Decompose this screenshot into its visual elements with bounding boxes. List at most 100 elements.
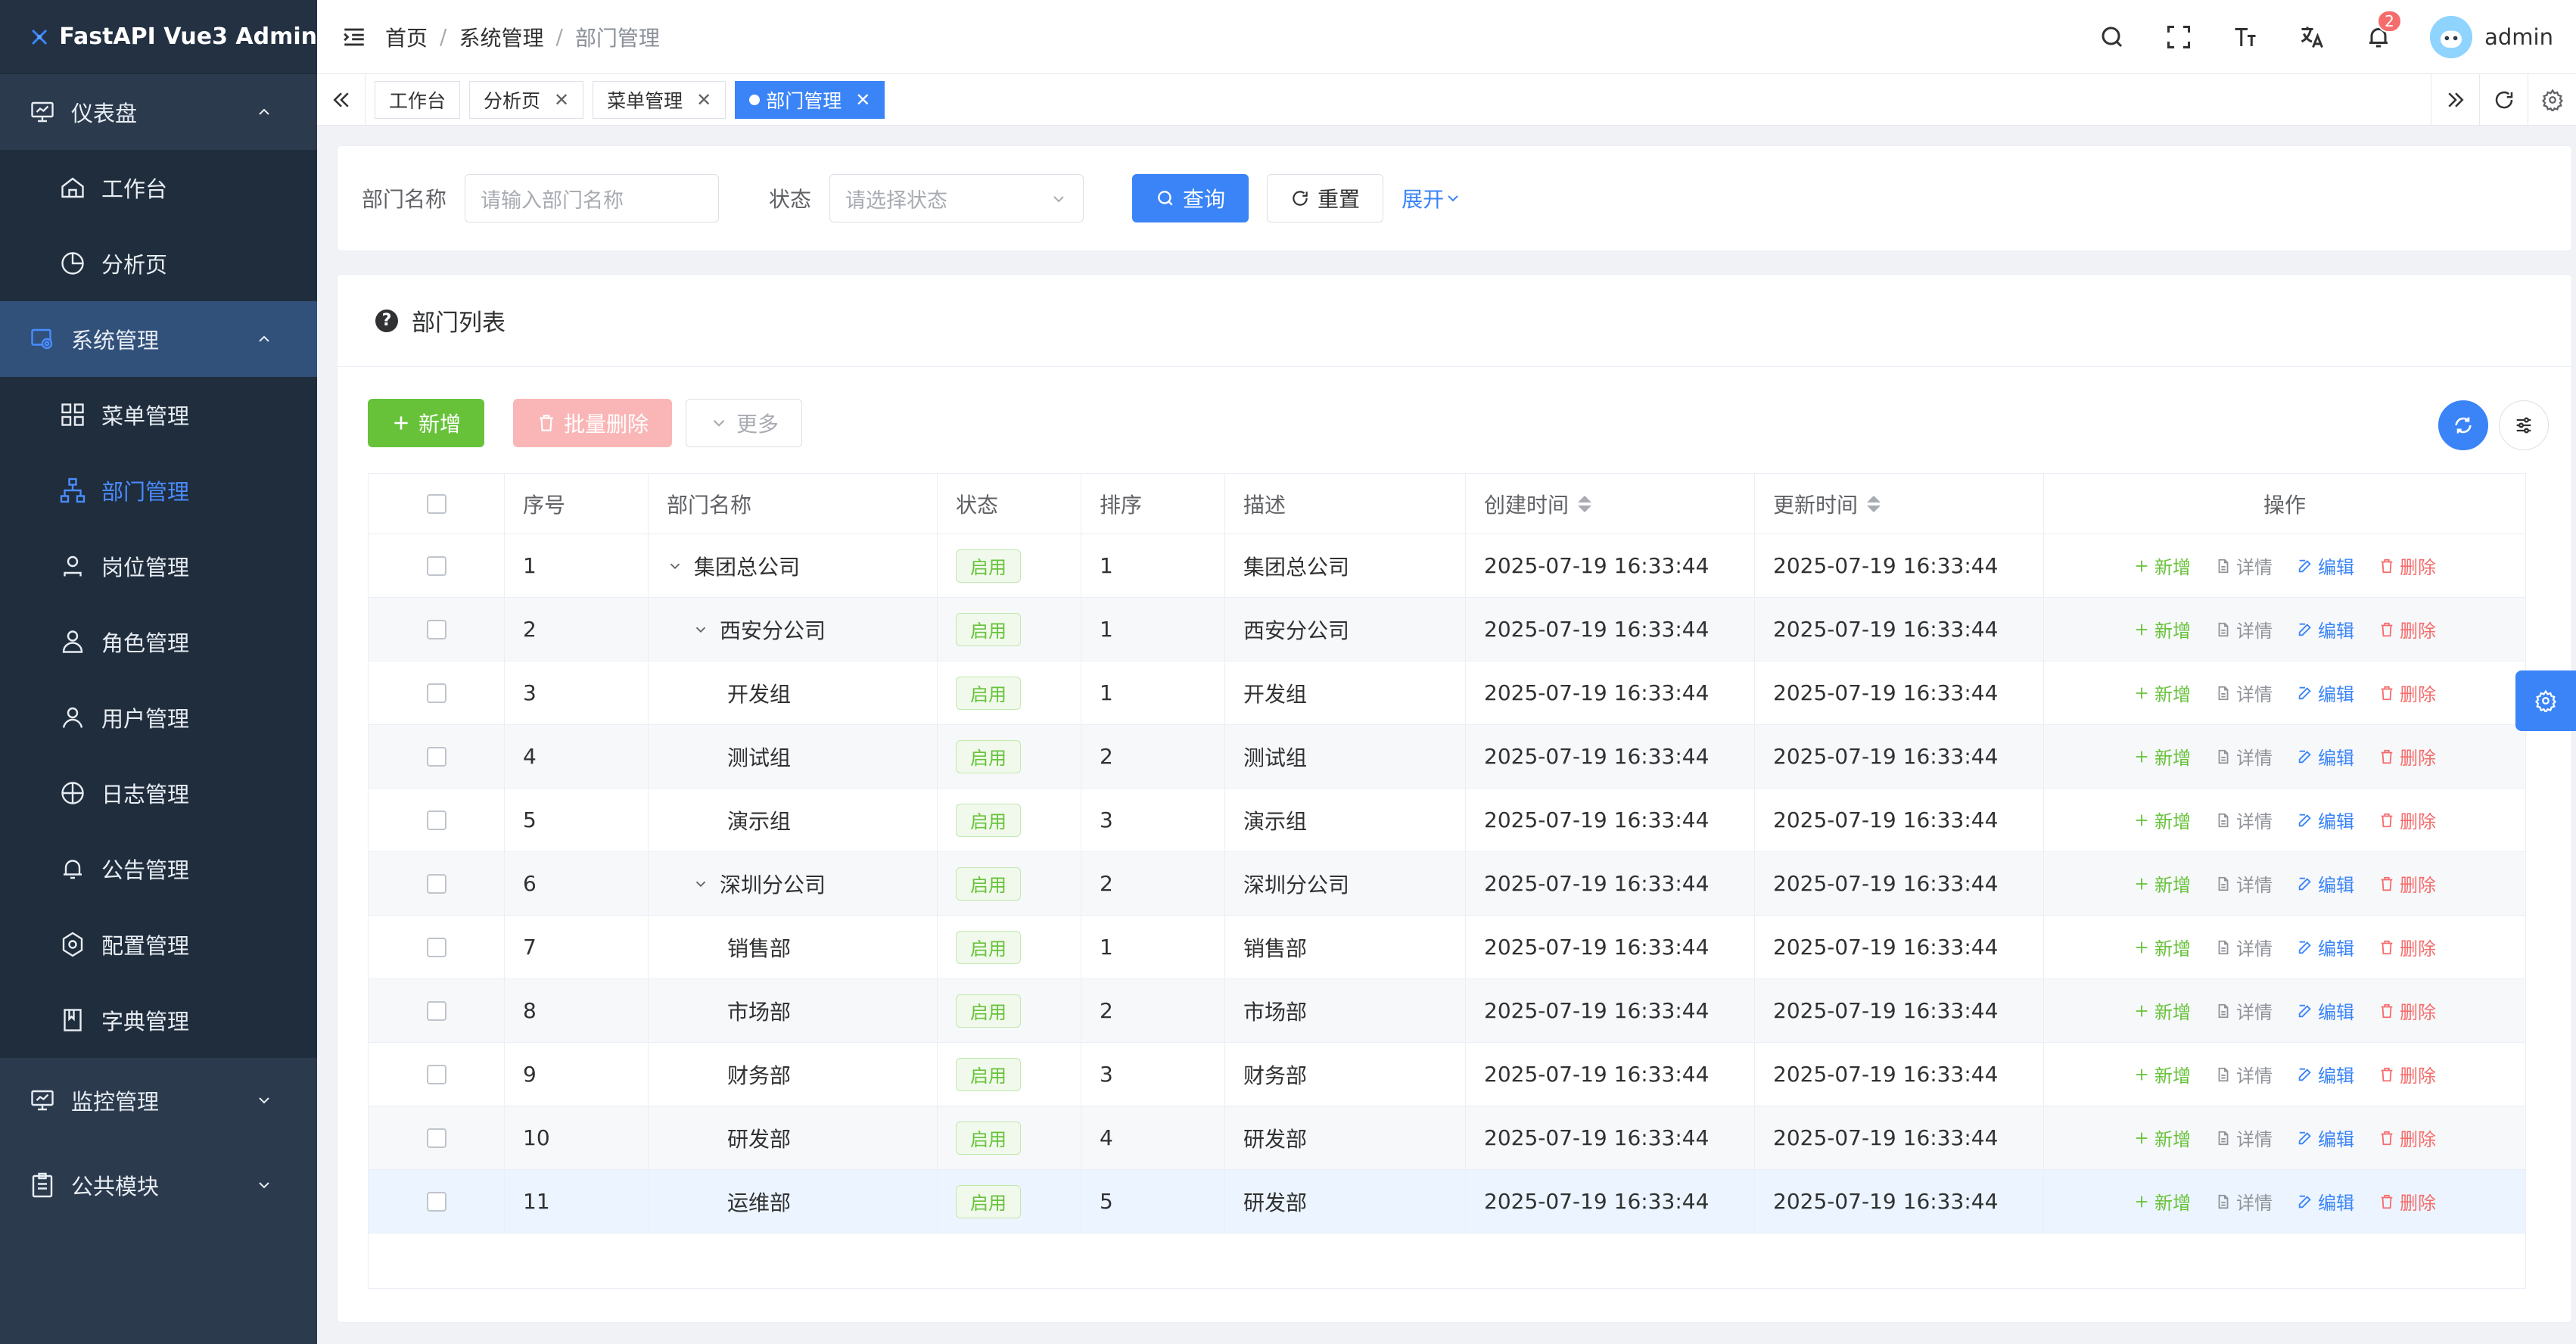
row-detail-button[interactable]: 详情 (2215, 807, 2273, 833)
batch-delete-button[interactable]: 批量删除 (513, 399, 673, 447)
row-checkbox[interactable] (426, 1191, 446, 1212)
sort-icon[interactable] (1867, 495, 1881, 512)
row-detail-button[interactable]: 详情 (2215, 743, 2273, 770)
settings-drawer-button[interactable] (2515, 670, 2576, 731)
reset-button[interactable]: 重置 (1267, 174, 1384, 222)
close-icon[interactable]: ✕ (554, 89, 569, 110)
close-icon[interactable]: ✕ (696, 89, 711, 110)
row-checkbox[interactable] (426, 683, 446, 703)
sort-icon[interactable] (1578, 495, 1592, 512)
row-delete-button[interactable]: 删除 (2378, 743, 2436, 770)
row-checkbox[interactable] (426, 619, 446, 639)
refresh-page-button[interactable] (2479, 74, 2528, 126)
row-detail-button[interactable]: 详情 (2215, 616, 2273, 642)
tree-node[interactable]: 财务部 (667, 1059, 791, 1090)
fullscreen-button[interactable] (2164, 22, 2194, 52)
row-delete-button[interactable]: 删除 (2378, 680, 2436, 706)
row-detail-button[interactable]: 详情 (2215, 934, 2273, 960)
tree-node[interactable]: 市场部 (667, 996, 791, 1026)
table-row[interactable]: 6 深圳分公司 启用 2 深圳分公司 2025-07-19 16:33:44 2025-07… (369, 852, 2525, 916)
row-edit-button[interactable]: 编辑 (2297, 997, 2354, 1024)
row-delete-button[interactable]: 删除 (2378, 997, 2436, 1024)
tree-node[interactable]: 演示组 (667, 805, 791, 835)
row-add-button[interactable]: 新增 (2133, 934, 2191, 960)
sidebar-item-analysis[interactable]: 分析页 (0, 226, 317, 301)
close-icon[interactable]: ✕ (855, 89, 870, 110)
table-row[interactable]: 10 研发部 启用 4 研发部 2025-07-19 16:33:44 2025-07-19… (369, 1106, 2525, 1170)
row-edit-button[interactable]: 编辑 (2297, 807, 2354, 833)
row-edit-button[interactable]: 编辑 (2297, 680, 2354, 706)
sidebar-group-dashboard[interactable]: 仪表盘 (0, 74, 317, 150)
table-row[interactable]: 4 测试组 启用 2 测试组 2025-07-19 16:33:44 2025-07-19 … (369, 725, 2525, 789)
row-edit-button[interactable]: 编辑 (2297, 934, 2354, 960)
tree-node[interactable]: 集团总公司 (667, 551, 800, 581)
tree-node[interactable]: 深圳分公司 (667, 869, 826, 899)
row-checkbox[interactable] (426, 746, 446, 767)
row-detail-button[interactable]: 详情 (2215, 997, 2273, 1024)
sidebar-item-workbench[interactable]: 工作台 (0, 150, 317, 226)
tags-settings-button[interactable] (2528, 74, 2576, 126)
table-row[interactable]: 7 销售部 启用 1 销售部 2025-07-19 16:33:44 2025-07-19 … (369, 916, 2525, 979)
sidebar-item-notice[interactable]: 公告管理 (0, 831, 317, 907)
sidebar-item-menu[interactable]: 菜单管理 (0, 377, 317, 453)
breadcrumb-home[interactable]: 首页 (385, 22, 428, 52)
breadcrumb-system[interactable]: 系统管理 (459, 22, 543, 52)
row-delete-button[interactable]: 删除 (2378, 552, 2436, 579)
font-size-button[interactable] (2230, 22, 2260, 52)
row-delete-button[interactable]: 删除 (2378, 807, 2436, 833)
header-cell-created[interactable]: 创建时间 (1466, 474, 1755, 534)
help-icon[interactable]: ? (375, 309, 398, 332)
row-checkbox[interactable] (426, 555, 446, 576)
table-row[interactable]: 1 集团总公司 启用 1 集团总公司 2025-07-19 16:33:44 2025-07… (369, 534, 2525, 598)
row-delete-button[interactable]: 删除 (2378, 1061, 2436, 1087)
tree-node[interactable]: 西安分公司 (667, 614, 826, 645)
sidebar-item-department[interactable]: 部门管理 (0, 453, 317, 528)
tag-department[interactable]: 部门管理 ✕ (735, 80, 885, 119)
tag-menu[interactable]: 菜单管理 ✕ (593, 80, 726, 119)
dept-name-input[interactable]: 请输入部门名称 (465, 174, 720, 222)
row-detail-button[interactable]: 详情 (2215, 1188, 2273, 1215)
tags-scroll-right[interactable] (2431, 74, 2479, 126)
row-detail-button[interactable]: 详情 (2215, 680, 2273, 706)
menu-fold-icon[interactable] (341, 24, 367, 50)
row-checkbox[interactable] (426, 1128, 446, 1148)
row-add-button[interactable]: 新增 (2133, 1188, 2191, 1215)
row-edit-button[interactable]: 编辑 (2297, 552, 2354, 579)
status-select[interactable]: 请选择状态 (829, 174, 1084, 222)
row-detail-button[interactable]: 详情 (2215, 552, 2273, 579)
tree-node[interactable]: 研发部 (667, 1123, 791, 1153)
tag-analysis[interactable]: 分析页 ✕ (469, 80, 584, 119)
row-edit-button[interactable]: 编辑 (2297, 616, 2354, 642)
search-button[interactable] (2097, 22, 2127, 52)
notification-button[interactable]: 2 (2363, 10, 2402, 52)
row-detail-button[interactable]: 详情 (2215, 870, 2273, 897)
tree-node[interactable]: 销售部 (667, 932, 791, 963)
row-add-button[interactable]: 新增 (2133, 616, 2191, 642)
row-add-button[interactable]: 新增 (2133, 807, 2191, 833)
row-checkbox[interactable] (426, 873, 446, 894)
row-edit-button[interactable]: 编辑 (2297, 743, 2354, 770)
tree-node[interactable]: 测试组 (667, 742, 791, 772)
row-checkbox[interactable] (426, 810, 446, 830)
sidebar-item-config[interactable]: 配置管理 (0, 907, 317, 982)
app-logo[interactable]: FastAPI Vue3 Admin (0, 0, 317, 74)
user-menu[interactable]: admin (2430, 16, 2553, 58)
row-delete-button[interactable]: 删除 (2378, 870, 2436, 897)
row-add-button[interactable]: 新增 (2133, 997, 2191, 1024)
row-delete-button[interactable]: 删除 (2378, 1188, 2436, 1215)
sidebar-group-common[interactable]: 公共模块 (0, 1143, 317, 1227)
query-button[interactable]: 查询 (1132, 174, 1249, 222)
row-edit-button[interactable]: 编辑 (2297, 1061, 2354, 1087)
row-edit-button[interactable]: 编辑 (2297, 1188, 2354, 1215)
tree-node[interactable]: 开发组 (667, 678, 791, 708)
refresh-table-button[interactable] (2438, 400, 2488, 450)
row-edit-button[interactable]: 编辑 (2297, 870, 2354, 897)
sidebar-item-role[interactable]: 角色管理 (0, 604, 317, 680)
column-settings-button[interactable] (2499, 400, 2549, 450)
row-edit-button[interactable]: 编辑 (2297, 1125, 2354, 1151)
row-detail-button[interactable]: 详情 (2215, 1061, 2273, 1087)
tree-node[interactable]: 运维部 (667, 1187, 791, 1217)
table-row[interactable]: 5 演示组 启用 3 演示组 2025-07-19 16:33:44 2025-07-19 … (369, 789, 2525, 852)
row-checkbox[interactable] (426, 1000, 446, 1021)
row-detail-button[interactable]: 详情 (2215, 1125, 2273, 1151)
